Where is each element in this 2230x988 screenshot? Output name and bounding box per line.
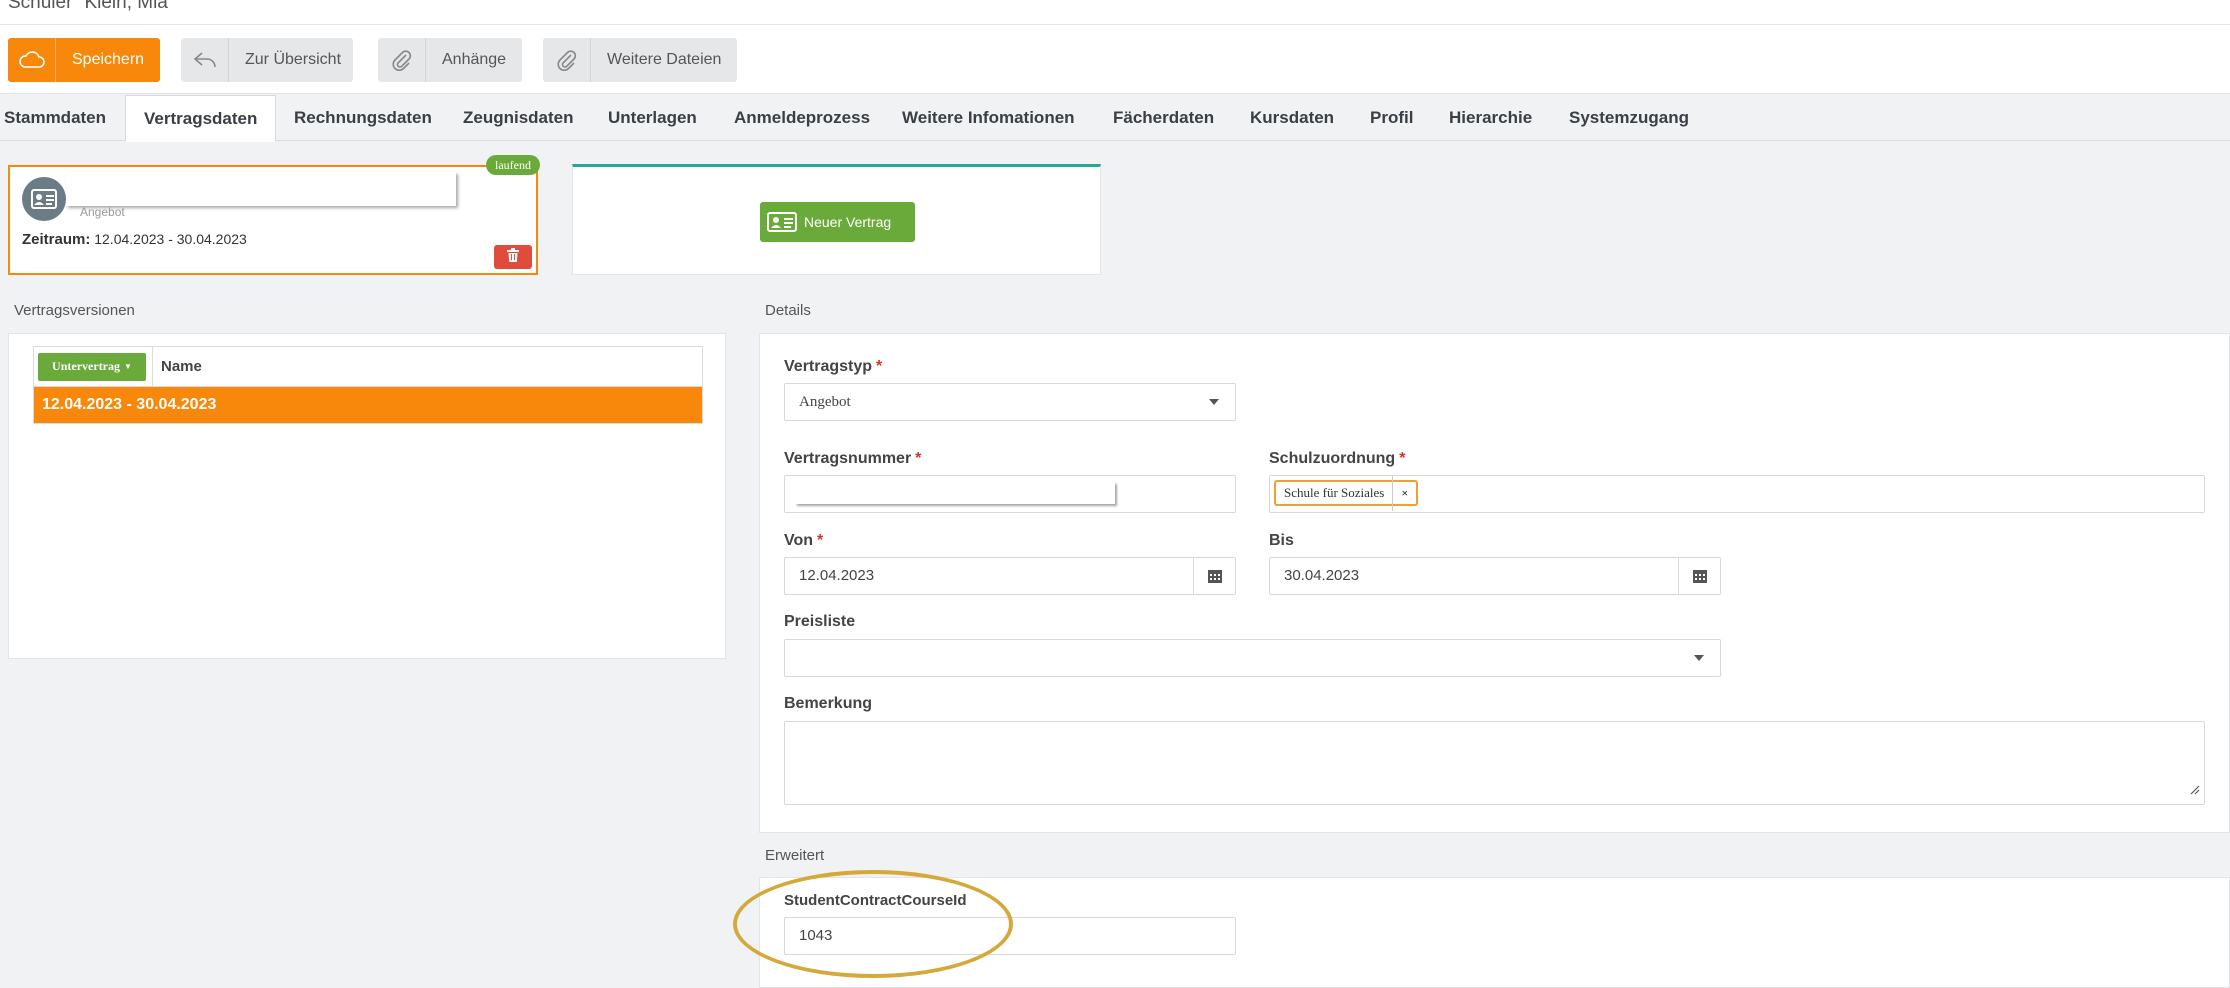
paperclip-icon: [543, 38, 591, 82]
tab-anmeldeprozess[interactable]: Anmeldeprozess: [716, 95, 888, 141]
school-label: Schulzuordnung *: [1269, 450, 1406, 467]
delete-contract-button[interactable]: [494, 245, 532, 269]
versions-table: Untervertrag ▼ Name 12.04.2023 - 30.04.2…: [33, 346, 703, 424]
school-tag: Schule für Soziales ×: [1274, 475, 1419, 511]
contract-name-box: [66, 172, 456, 206]
caret-down-icon: [1694, 655, 1704, 661]
overview-button-label: Zur Übersicht: [245, 51, 342, 68]
contract-number-overlay: [795, 482, 1115, 504]
more-files-button[interactable]: Weitere Dateien: [543, 38, 737, 82]
details-panel: Vertragstyp * Angebot Vertragsnummer * Sch…: [759, 333, 2230, 833]
remark-label: Bemerkung: [784, 695, 873, 712]
contract-card[interactable]: Angebot Zeitraum: 12.04.2023 - 30.04.202…: [8, 155, 540, 275]
attachments-button[interactable]: Anhänge: [378, 38, 522, 82]
tab-vertragsdaten[interactable]: Vertragsdaten: [125, 95, 277, 142]
contract-period: Zeitraum: 12.04.2023 - 30.04.2023: [22, 231, 247, 248]
contract-period-value: 12.04.2023 - 30.04.2023: [94, 231, 247, 247]
contract-period-label: Zeitraum:: [22, 231, 91, 248]
tab-kursdaten[interactable]: Kursdaten: [1232, 95, 1352, 141]
price-list-label: Preisliste: [784, 613, 856, 630]
new-contract-card: Neuer Vertrag: [572, 164, 1101, 275]
to-date-value: 30.04.2023: [1284, 567, 1360, 584]
tab-hierarchie[interactable]: Hierarchie: [1431, 95, 1550, 141]
contract-type-value: Angebot: [799, 394, 851, 410]
contract-icon: [760, 212, 804, 232]
details-heading: Details: [765, 302, 811, 319]
caret-down-icon: [1209, 399, 1219, 405]
overview-button[interactable]: Zur Übersicht: [181, 38, 353, 82]
trash-icon: [507, 247, 519, 267]
tab-zeugnisdaten[interactable]: Zeugnisdaten: [445, 95, 592, 141]
versions-panel: Untervertrag ▼ Name 12.04.2023 - 30.04.2…: [8, 333, 726, 659]
school-select[interactable]: Schule für Soziales ×: [1269, 475, 2205, 513]
versions-table-header: Untervertrag ▼ Name: [34, 346, 702, 387]
sub-contract-label: Untervertrag: [52, 359, 121, 373]
contract-type-label: Vertragstyp *: [784, 358, 883, 375]
paperclip-icon: [378, 38, 426, 82]
tab-rechnungsdaten[interactable]: Rechnungsdaten: [276, 95, 450, 141]
highlight-annotation: [733, 870, 1013, 978]
reply-icon: [181, 38, 229, 82]
remark-textarea[interactable]: [784, 721, 2205, 805]
tab-unterlagen[interactable]: Unterlagen: [590, 95, 715, 141]
to-date-field[interactable]: 30.04.2023: [1269, 557, 1721, 595]
extended-heading: Erweitert: [765, 847, 825, 864]
to-label: Bis: [1269, 532, 1294, 549]
tab-stammdaten[interactable]: Stammdaten: [0, 95, 124, 141]
page-title: Schüler "Klein, Mia": [8, 0, 175, 13]
sub-contract-button[interactable]: Untervertrag ▼: [38, 352, 146, 381]
versions-heading: Vertragsversionen: [14, 302, 135, 319]
save-button[interactable]: Speichern: [8, 38, 160, 82]
school-tag-label: Schule für Soziales: [1284, 485, 1385, 500]
new-contract-label: Neuer Vertrag: [804, 214, 892, 230]
cloud-icon: [8, 38, 56, 82]
column-header-name: Name: [152, 346, 202, 387]
new-contract-button[interactable]: Neuer Vertrag: [760, 202, 915, 242]
contract-card-icon: [22, 177, 66, 221]
save-button-label: Speichern: [72, 51, 145, 68]
contract-number-label: Vertragsnummer *: [784, 450, 922, 467]
tab-systemzugang[interactable]: Systemzugang: [1551, 95, 1707, 141]
contract-number-field[interactable]: [784, 475, 1236, 513]
more-files-button-label: Weitere Dateien: [607, 51, 722, 68]
tab-bar: Stammdaten Vertragsdaten Rechnungsdaten …: [0, 95, 2230, 142]
tab-faecherdaten[interactable]: Fächerdaten: [1095, 95, 1232, 141]
top-bar: Schüler "Klein, Mia" Speichern Zur Übers…: [0, 0, 2230, 94]
table-row[interactable]: 12.04.2023 - 30.04.2023: [34, 387, 702, 423]
from-label: Von *: [784, 532, 824, 549]
contract-type-text: Angebot: [80, 205, 125, 219]
attachments-button-label: Anhänge: [442, 51, 507, 68]
divider: [0, 24, 2230, 25]
status-badge: laufend: [486, 155, 540, 175]
calendar-icon[interactable]: [1678, 558, 1720, 594]
from-date-field[interactable]: 12.04.2023: [784, 557, 1236, 595]
remove-tag-button[interactable]: ×: [1392, 475, 1416, 511]
caret-down-icon: ▼: [124, 362, 132, 371]
tab-weitere-infomationen[interactable]: Weitere Infomationen: [884, 95, 1093, 141]
contract-type-select[interactable]: Angebot: [784, 383, 1236, 421]
tab-profil[interactable]: Profil: [1352, 95, 1431, 141]
from-date-value: 12.04.2023: [799, 567, 875, 584]
resize-handle-icon[interactable]: [2190, 782, 2200, 800]
calendar-icon[interactable]: [1193, 558, 1235, 594]
price-list-select[interactable]: [784, 639, 1721, 677]
